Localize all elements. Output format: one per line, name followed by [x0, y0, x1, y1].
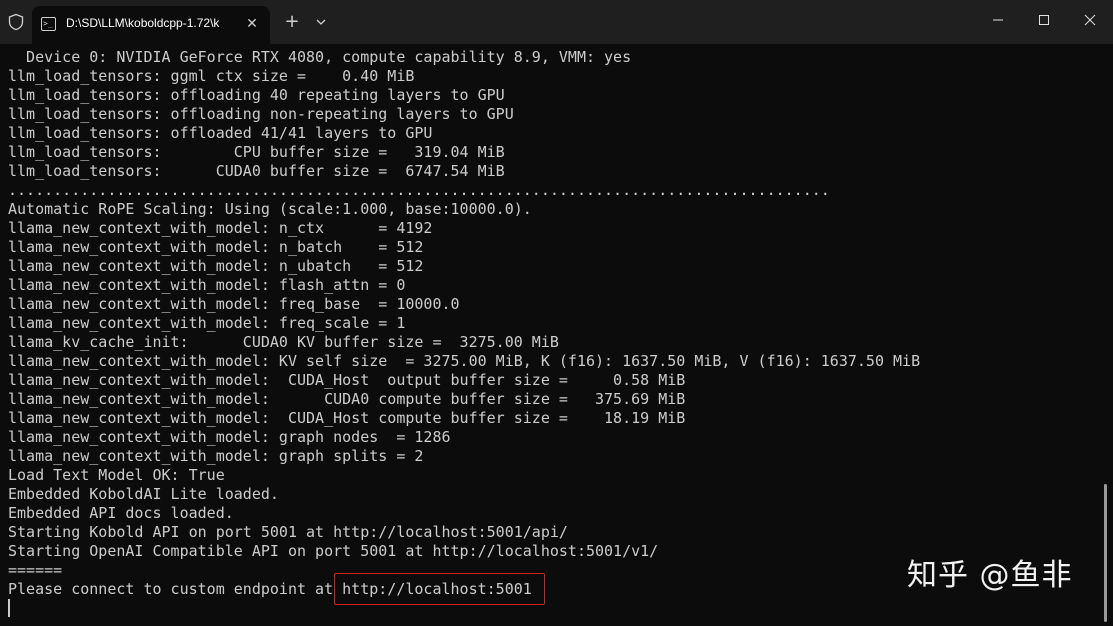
output-line: llama_new_context_with_model: graph spli…: [8, 447, 424, 465]
output-line: Automatic RoPE Scaling: Using (scale:1.0…: [8, 200, 532, 218]
shield-icon[interactable]: [7, 13, 25, 31]
output-line: llm_load_tensors: offloading non-repeati…: [8, 105, 514, 123]
output-line: llama_new_context_with_model: freq_base …: [8, 295, 460, 313]
chevron-down-icon[interactable]: [310, 11, 332, 33]
output-line: Embedded API docs loaded.: [8, 504, 234, 522]
tab-title: D:\SD\LLM\koboldcpp-1.72\k: [66, 16, 220, 30]
new-tab-button[interactable]: +: [281, 11, 303, 33]
terminal-icon: >_: [41, 17, 56, 31]
output-line: llama_new_context_with_model: freq_scale…: [8, 314, 406, 332]
output-line: Starting OpenAI Compatible API on port 5…: [8, 542, 659, 560]
endpoint-highlight-box: [334, 573, 545, 605]
output-line: llm_load_tensors: offloading 40 repeatin…: [8, 86, 505, 104]
output-line: llama_new_context_with_model: flash_attn…: [8, 276, 406, 294]
output-line: Embedded KoboldAI Lite loaded.: [8, 485, 279, 503]
output-line: llama_new_context_with_model: CUDA0 comp…: [8, 390, 686, 408]
output-line: ........................................…: [8, 181, 830, 199]
output-line: llama_new_context_with_model: graph node…: [8, 428, 451, 446]
terminal-output[interactable]: Device 0: NVIDIA GeForce RTX 4080, compu…: [0, 44, 1113, 626]
terminal-window: >_ D:\SD\LLM\koboldcpp-1.72\k ✕ + Device…: [0, 0, 1113, 626]
scrollbar[interactable]: [1104, 484, 1107, 622]
maximize-button[interactable]: [1021, 0, 1067, 40]
output-line: llm_load_tensors: CPU buffer size = 319.…: [8, 143, 505, 161]
close-tab-icon[interactable]: ✕: [241, 13, 263, 35]
minimize-button[interactable]: [975, 0, 1021, 40]
tab-active[interactable]: >_ D:\SD\LLM\koboldcpp-1.72\k ✕: [32, 6, 270, 44]
watermark: 知乎 @鱼非: [907, 558, 1073, 593]
output-line: Device 0: NVIDIA GeForce RTX 4080, compu…: [8, 48, 632, 66]
output-line: llm_load_tensors: offloaded 41/41 layers…: [8, 124, 433, 142]
output-line: Starting Kobold API on port 5001 at http…: [8, 523, 568, 541]
close-window-button[interactable]: [1067, 0, 1113, 40]
output-line: llama_new_context_with_model: CUDA_Host …: [8, 371, 686, 389]
output-line: llama_new_context_with_model: n_batch = …: [8, 238, 424, 256]
output-line: llama_new_context_with_model: n_ubatch =…: [8, 257, 424, 275]
output-line: Load Text Model OK: True: [8, 466, 225, 484]
output-line: llama_new_context_with_model: CUDA_Host …: [8, 409, 686, 427]
output-line: llama_new_context_with_model: KV self si…: [8, 352, 921, 370]
text-cursor: [8, 599, 10, 617]
output-line: llm_load_tensors: ggml ctx size = 0.40 M…: [8, 67, 415, 85]
output-line: llm_load_tensors: CUDA0 buffer size = 67…: [8, 162, 505, 180]
title-bar: >_ D:\SD\LLM\koboldcpp-1.72\k ✕ +: [0, 0, 1113, 44]
output-line: llama_new_context_with_model: n_ctx = 41…: [8, 219, 433, 237]
output-line: llama_kv_cache_init: CUDA0 KV buffer siz…: [8, 333, 559, 351]
output-lines: Device 0: NVIDIA GeForce RTX 4080, compu…: [8, 48, 920, 599]
